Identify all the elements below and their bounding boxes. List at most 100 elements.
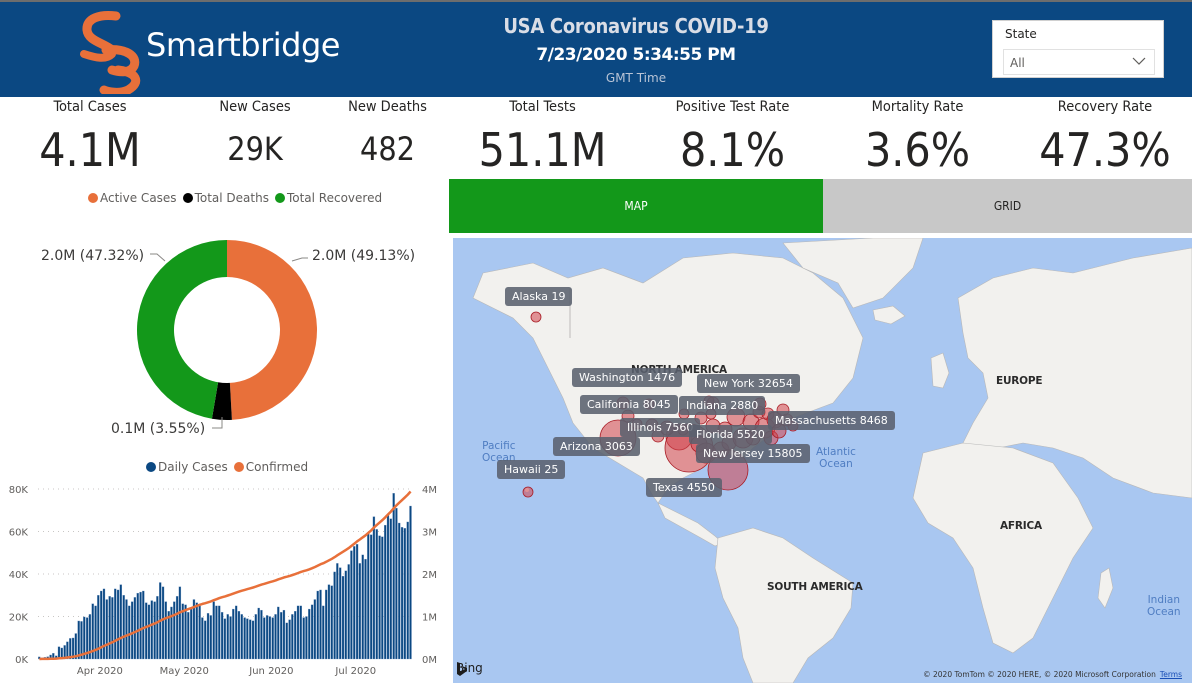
- daily-cases-bar[interactable]: [175, 596, 179, 660]
- daily-cases-bar[interactable]: [386, 514, 390, 660]
- daily-cases-bar[interactable]: [322, 605, 325, 660]
- daily-cases-bar[interactable]: [173, 601, 176, 660]
- map-tooltip-new-york[interactable]: New York 32654: [697, 374, 800, 393]
- daily-cases-bar[interactable]: [392, 493, 395, 660]
- daily-cases-bar[interactable]: [102, 588, 106, 660]
- daily-cases-bar[interactable]: [389, 518, 392, 660]
- daily-cases-bar[interactable]: [130, 601, 134, 660]
- daily-cases-bar[interactable]: [229, 616, 232, 660]
- daily-cases-bar[interactable]: [125, 599, 128, 660]
- map-tooltip-massachusetts[interactable]: Massachusetts 8468: [768, 411, 895, 430]
- daily-cases-bar[interactable]: [212, 601, 215, 660]
- daily-cases-bar[interactable]: [324, 589, 328, 660]
- daily-cases-bar[interactable]: [384, 524, 387, 660]
- daily-cases-bar[interactable]: [254, 614, 257, 660]
- daily-cases-bar[interactable]: [150, 600, 153, 660]
- daily-cases-bar[interactable]: [215, 605, 218, 660]
- daily-cases-bar[interactable]: [299, 605, 302, 660]
- daily-cases-bar[interactable]: [128, 605, 131, 660]
- legend-item-active-cases[interactable]: Active Cases: [88, 191, 177, 205]
- legend-item-daily-cases[interactable]: Daily Cases: [146, 460, 228, 474]
- daily-cases-bar[interactable]: [232, 608, 235, 660]
- daily-cases-bar[interactable]: [400, 527, 404, 660]
- tab-grid[interactable]: GRID: [823, 179, 1192, 233]
- daily-cases-bar[interactable]: [375, 529, 378, 660]
- daily-cases-bar[interactable]: [308, 608, 311, 660]
- legend-item-confirmed[interactable]: Confirmed: [233, 460, 308, 474]
- donut-slice-total-recovered[interactable]: [137, 240, 227, 419]
- daily-cases-bar[interactable]: [240, 614, 243, 660]
- daily-cases-bar[interactable]: [296, 605, 300, 660]
- cases-map[interactable]: NORTH AMERICA EUROPE AFRICA SOUTH AMERIC…: [453, 238, 1192, 683]
- daily-cases-bar[interactable]: [355, 544, 359, 660]
- daily-cases-bar[interactable]: [282, 609, 286, 660]
- daily-cases-bar[interactable]: [353, 546, 356, 660]
- map-bubble[interactable]: [530, 311, 542, 323]
- daily-cases-bar[interactable]: [237, 611, 241, 660]
- daily-cases-bar[interactable]: [257, 607, 260, 660]
- daily-cases-bar[interactable]: [291, 614, 294, 660]
- daily-cases-bar[interactable]: [268, 616, 272, 660]
- daily-cases-bar[interactable]: [161, 586, 165, 660]
- daily-cases-bar[interactable]: [364, 558, 367, 660]
- daily-cases-bar[interactable]: [139, 591, 142, 660]
- daily-cases-bar[interactable]: [218, 605, 221, 660]
- legend-item-total-deaths[interactable]: Total Deaths: [182, 191, 269, 205]
- daily-cases-bar[interactable]: [105, 599, 108, 660]
- daily-cases-bar[interactable]: [378, 535, 381, 660]
- daily-cases-bar[interactable]: [246, 618, 249, 660]
- daily-cases-bar[interactable]: [344, 570, 347, 660]
- donut-slice-active-cases[interactable]: [227, 240, 317, 420]
- daily-cases-bar[interactable]: [201, 617, 204, 660]
- tab-map[interactable]: MAP: [449, 179, 823, 233]
- daily-cases-bar[interactable]: [279, 612, 283, 660]
- daily-cases-bar[interactable]: [234, 605, 238, 660]
- legend-item-total-recovered[interactable]: Total Recovered: [274, 191, 382, 205]
- daily-cases-bar[interactable]: [409, 505, 412, 660]
- daily-cases-bar[interactable]: [333, 571, 336, 660]
- daily-cases-bar[interactable]: [184, 604, 187, 660]
- daily-cases-bar[interactable]: [277, 606, 280, 660]
- daily-cases-bar[interactable]: [111, 597, 114, 660]
- daily-cases-bar[interactable]: [288, 619, 291, 660]
- daily-cases-bar[interactable]: [310, 604, 314, 660]
- daily-cases-bar[interactable]: [361, 554, 364, 660]
- daily-cases-bar[interactable]: [350, 550, 353, 660]
- daily-cases-bar[interactable]: [285, 622, 288, 660]
- daily-cases-bar[interactable]: [294, 611, 297, 660]
- daily-cases-bar[interactable]: [187, 612, 190, 660]
- daily-cases-bar[interactable]: [313, 599, 317, 660]
- chevron-down-icon[interactable]: [1132, 56, 1146, 66]
- daily-cases-bar[interactable]: [319, 589, 322, 660]
- daily-cases-bar[interactable]: [220, 612, 224, 660]
- daily-cases-bar[interactable]: [336, 563, 339, 660]
- terms-link[interactable]: Terms: [1160, 670, 1182, 679]
- daily-cases-bar[interactable]: [395, 507, 398, 660]
- daily-cases-bar[interactable]: [147, 604, 151, 660]
- map-tooltip-florida[interactable]: Florida 5520: [689, 425, 772, 444]
- daily-cases-bar[interactable]: [372, 516, 376, 660]
- daily-cases-bar[interactable]: [195, 602, 198, 660]
- daily-cases-bar[interactable]: [77, 620, 80, 660]
- map-tooltip-new-jersey[interactable]: New Jersey 15805: [696, 444, 810, 463]
- daily-cases-bar[interactable]: [251, 620, 255, 660]
- daily-cases-bar[interactable]: [164, 601, 168, 660]
- map-bubble[interactable]: [522, 486, 534, 498]
- daily-cases-bar[interactable]: [145, 602, 148, 660]
- map-tooltip-washington[interactable]: Washington 1476: [572, 368, 683, 387]
- state-dropdown[interactable]: All: [1003, 49, 1155, 75]
- daily-cases-bar[interactable]: [178, 586, 182, 660]
- map-tooltip-texas[interactable]: Texas 4550: [646, 478, 722, 497]
- daily-cases-bar[interactable]: [204, 620, 207, 660]
- daily-cases-bar[interactable]: [341, 575, 345, 660]
- daily-cases-bar[interactable]: [403, 528, 407, 660]
- daily-cases-bar[interactable]: [142, 590, 145, 660]
- daily-cases-bar[interactable]: [305, 616, 308, 660]
- daily-cases-bar[interactable]: [206, 613, 210, 660]
- daily-cases-bar[interactable]: [223, 618, 227, 660]
- daily-cases-bar[interactable]: [367, 533, 370, 660]
- daily-cases-bar[interactable]: [243, 617, 246, 660]
- daily-cases-bar[interactable]: [263, 617, 266, 660]
- daily-cases-bar[interactable]: [116, 589, 120, 660]
- daily-cases-bar[interactable]: [260, 609, 263, 660]
